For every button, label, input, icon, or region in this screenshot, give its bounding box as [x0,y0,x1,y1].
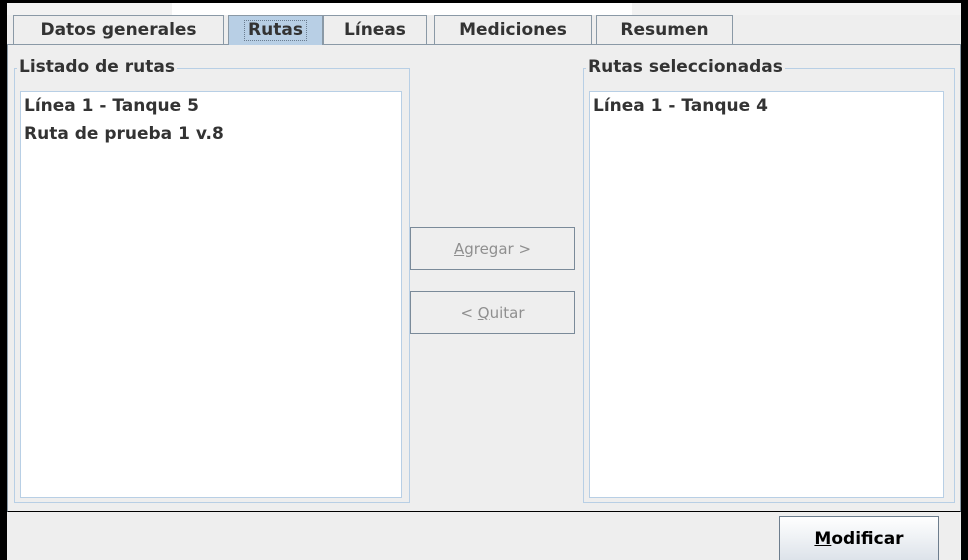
window: Datos generales Rutas Líneas Mediciones … [0,0,968,560]
modify-button[interactable]: Modificar [779,516,939,560]
tab-rutas[interactable]: Rutas [228,15,323,45]
list-item[interactable]: Línea 1 - Tanque 5 [21,92,401,120]
list-item[interactable]: Línea 1 - Tanque 4 [590,92,943,120]
tab-mediciones[interactable]: Mediciones [434,15,592,44]
tab-datos-generales[interactable]: Datos generales [13,15,224,44]
modify-label: odificar [831,528,904,549]
title-strip [7,3,961,15]
remove-prefix: < [460,303,478,322]
add-button[interactable]: Agregar > [410,227,575,270]
remove-button[interactable]: < Quitar [410,291,575,334]
selected-routes-list[interactable]: Línea 1 - Tanque 4 [589,91,944,498]
available-routes-list[interactable]: Línea 1 - Tanque 5 Ruta de prueba 1 v.8 [20,91,402,498]
tab-lineas[interactable]: Líneas [323,15,427,44]
window-border-right [961,0,968,560]
tab-content-panel: Listado de rutas Línea 1 - Tanque 5 Ruta… [7,44,961,512]
tab-label: Datos generales [40,20,197,40]
tab-label: Rutas [244,20,307,41]
available-routes-title: Listado de rutas [17,57,177,77]
selected-routes-group: Rutas seleccionadas Línea 1 - Tanque 4 [583,57,955,503]
add-label: gregar > [464,239,532,258]
window-border-left [0,0,7,560]
list-item[interactable]: Ruta de prueba 1 v.8 [21,120,401,148]
selected-routes-title: Rutas seleccionadas [586,57,785,77]
add-mnemonic: A [453,239,465,258]
tab-label: Mediciones [459,20,567,40]
tab-resumen[interactable]: Resumen [596,15,733,44]
remove-label: uitar [489,303,525,322]
modify-mnemonic: M [814,528,832,549]
title-strip-highlight [172,3,632,15]
remove-mnemonic: Q [477,303,490,322]
available-routes-group: Listado de rutas Línea 1 - Tanque 5 Ruta… [14,57,410,503]
tab-label: Líneas [344,20,406,40]
tab-label: Resumen [620,20,709,40]
